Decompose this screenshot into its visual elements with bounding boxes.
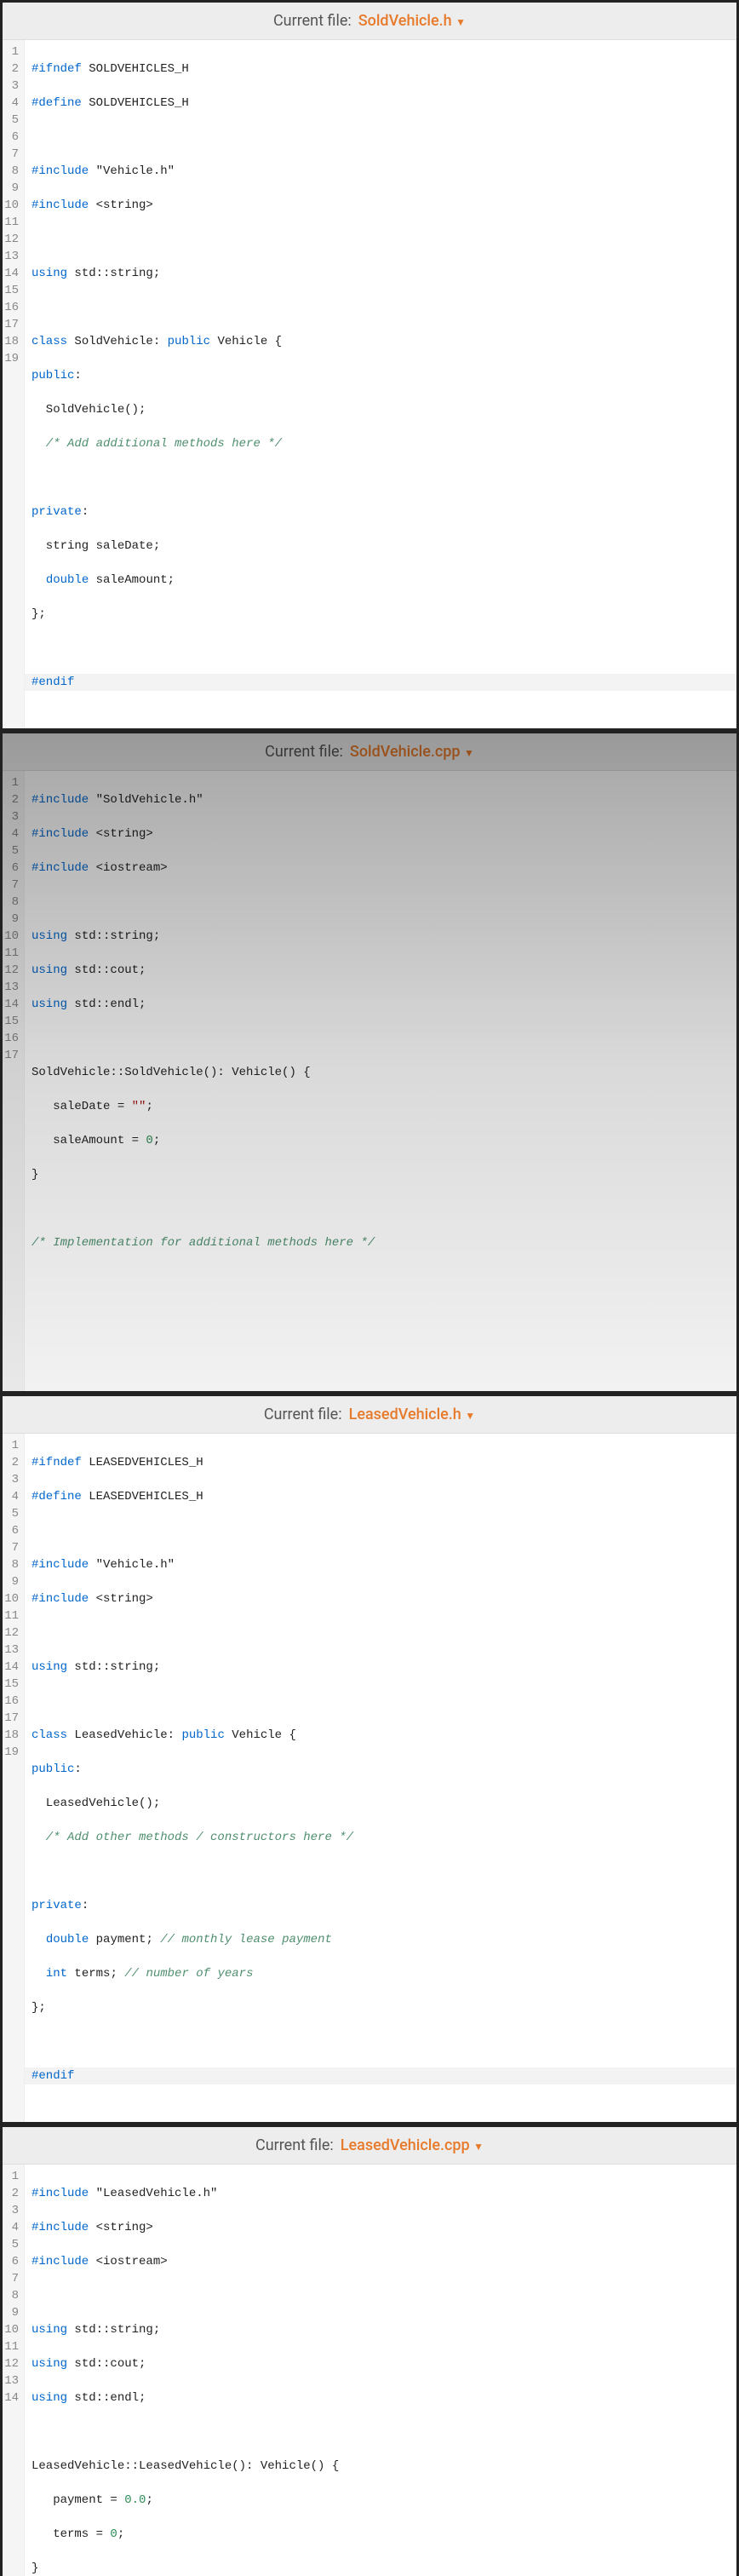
file-dropdown[interactable]: SoldVehicle.cpp ▼ xyxy=(350,743,474,761)
current-file-label: Current file: xyxy=(255,2136,334,2154)
file-header: Current file: SoldVehicle.cpp ▼ xyxy=(3,733,736,771)
line-gutter: 12345678910111213141516171819 xyxy=(3,40,25,728)
code-editor[interactable]: 12345678910111213141516171819 #ifndef SO… xyxy=(3,40,736,728)
code-content[interactable]: #include "LeasedVehicle.h" #include <str… xyxy=(25,2165,736,2576)
file-dropdown[interactable]: LeasedVehicle.cpp ▼ xyxy=(341,2136,484,2154)
current-file-label: Current file: xyxy=(265,743,343,761)
code-editor[interactable]: 12345678910111213141516171819 #ifndef LE… xyxy=(3,1434,736,2122)
current-file-label: Current file: xyxy=(264,1406,342,1423)
current-file-label: Current file: xyxy=(273,12,352,30)
code-content[interactable]: #include "SoldVehicle.h" #include <strin… xyxy=(25,771,736,1391)
chevron-down-icon: ▼ xyxy=(455,16,466,28)
file-header: Current file: SoldVehicle.h ▼ xyxy=(3,3,736,40)
chevron-down-icon: ▼ xyxy=(465,1410,475,1422)
code-content[interactable]: #ifndef LEASEDVEHICLES_H #define LEASEDV… xyxy=(25,1434,736,2122)
line-gutter: 12345678910111213141516171819 xyxy=(3,1434,25,2122)
chevron-down-icon: ▼ xyxy=(473,2141,484,2153)
line-gutter: 1234567891011121314151617 xyxy=(3,771,25,1391)
chevron-down-icon: ▼ xyxy=(464,747,474,759)
code-editor[interactable]: 1234567891011121314151617 #include "Sold… xyxy=(3,771,736,1391)
file-dropdown[interactable]: LeasedVehicle.h ▼ xyxy=(349,1406,476,1423)
editor-panel: Current file: SoldVehicle.h ▼ 1234567891… xyxy=(0,0,739,731)
file-header: Current file: LeasedVehicle.h ▼ xyxy=(3,1396,736,1434)
editor-panel: Current file: LeasedVehicle.cpp ▼ 123456… xyxy=(0,2125,739,2576)
code-content[interactable]: #ifndef SOLDVEHICLES_H #define SOLDVEHIC… xyxy=(25,40,736,728)
editor-panel: Current file: LeasedVehicle.h ▼ 12345678… xyxy=(0,1394,739,2125)
file-dropdown[interactable]: SoldVehicle.h ▼ xyxy=(358,12,466,30)
editor-panel: Current file: SoldVehicle.cpp ▼ 12345678… xyxy=(0,731,739,1394)
line-gutter: 1234567891011121314 xyxy=(3,2165,25,2576)
file-header: Current file: LeasedVehicle.cpp ▼ xyxy=(3,2127,736,2165)
code-editor[interactable]: 1234567891011121314 #include "LeasedVehi… xyxy=(3,2165,736,2576)
